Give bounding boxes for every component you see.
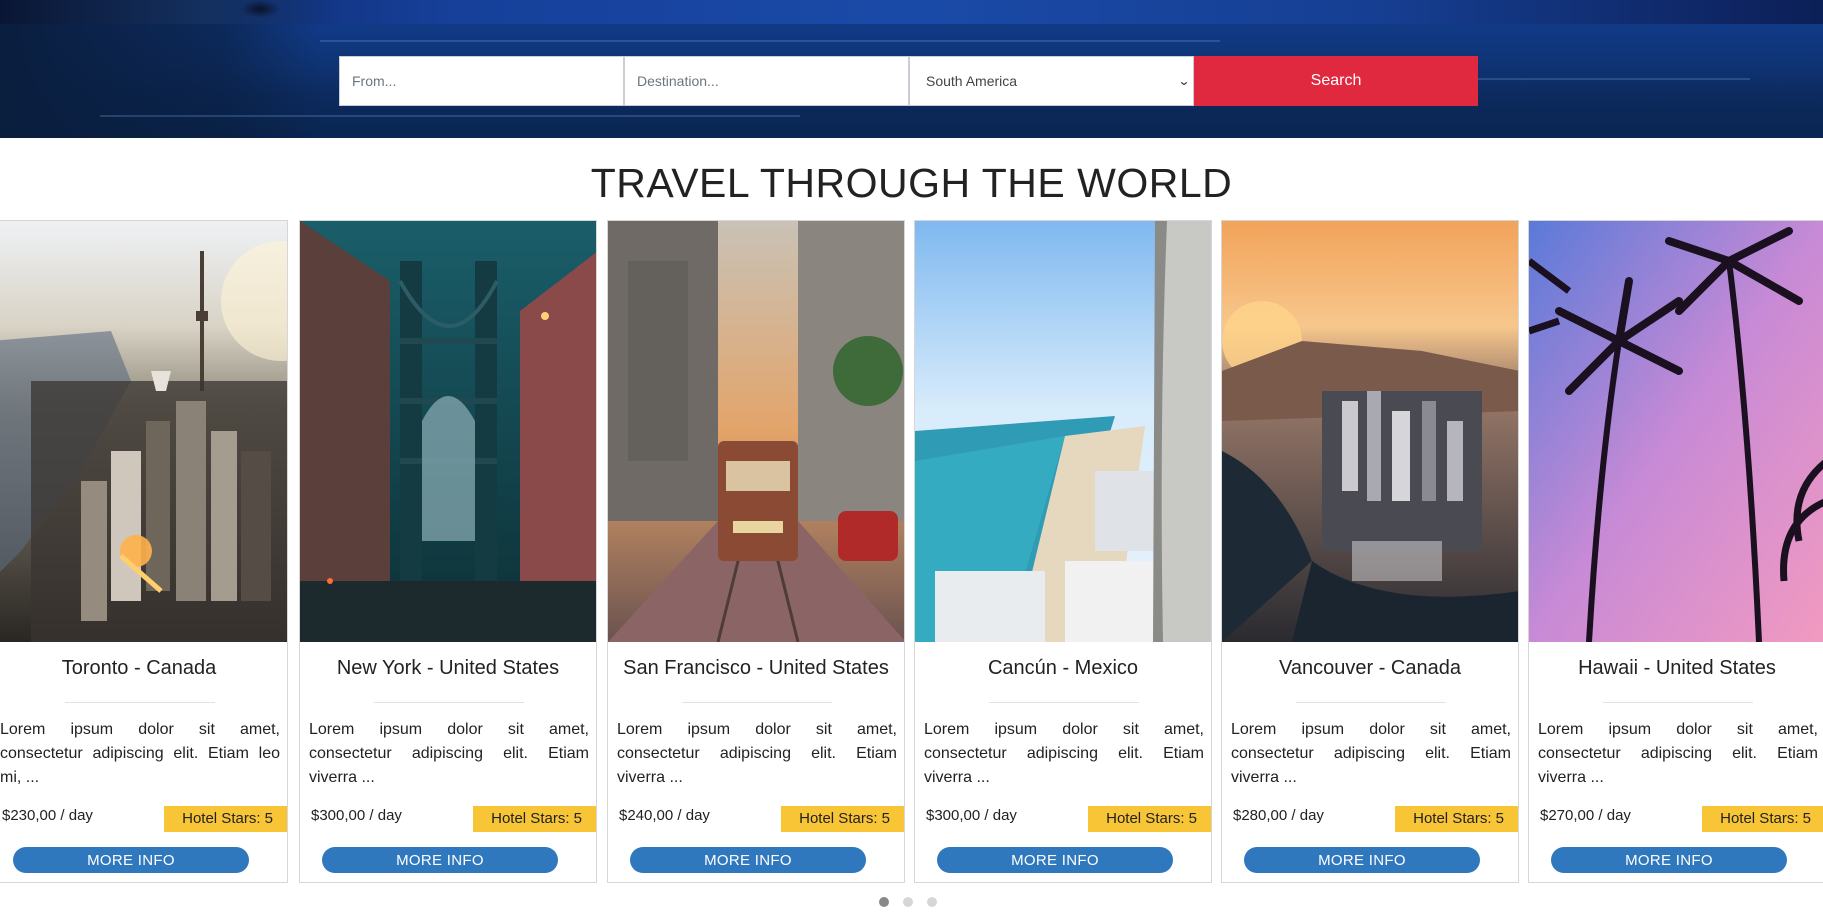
region-select-value: South America xyxy=(926,73,1018,89)
card-price: $280,00 / day xyxy=(1233,807,1324,824)
card-description: Lorem ipsum dolor sit amet, consectetur … xyxy=(924,721,1204,786)
carousel-dot[interactable] xyxy=(927,897,937,907)
destination-card-cancun: Cancún - Mexico Lorem ipsum dolor sit am… xyxy=(914,220,1212,883)
hero-shore-shadow xyxy=(0,24,320,138)
card-title: Cancún - Mexico xyxy=(987,657,1139,679)
region-select[interactable]: South America ⌄ xyxy=(909,56,1194,106)
hotel-stars-badge: Hotel Stars: 5 xyxy=(164,806,287,832)
carousel-dot[interactable] xyxy=(879,897,889,907)
hero-banner: South America ⌄ Search xyxy=(0,0,1823,138)
destination-card-toronto: Toronto - Canada Lorem ipsum dolor sit a… xyxy=(0,220,288,883)
card-price: $230,00 / day xyxy=(2,807,93,824)
card-divider xyxy=(1603,702,1753,703)
destination-input[interactable] xyxy=(624,56,909,106)
card-title: Hawaii - United States xyxy=(1578,657,1776,679)
hero-tree-silhouette xyxy=(240,0,280,18)
hotel-stars-badge: Hotel Stars: 5 xyxy=(781,806,904,832)
card-description: Lorem ipsum dolor sit amet, consectetur … xyxy=(1231,721,1511,786)
hotel-stars-badge: Hotel Stars: 5 xyxy=(1702,806,1823,832)
carousel-pagination xyxy=(879,897,937,907)
card-title: Toronto - Canada xyxy=(61,657,217,679)
more-info-button[interactable]: MORE INFO xyxy=(1244,847,1480,873)
card-title: Vancouver - Canada xyxy=(1279,657,1461,679)
hawaii-photo xyxy=(1529,221,1823,642)
section-heading: TRAVEL THROUGH THE WORLD xyxy=(590,160,1233,206)
destination-card-hawaii: Hawaii - United States Lorem ipsum dolor… xyxy=(1528,220,1823,883)
from-input[interactable] xyxy=(339,56,624,106)
more-info-button[interactable]: MORE INFO xyxy=(630,847,866,873)
card-divider xyxy=(374,702,524,703)
card-divider xyxy=(682,702,832,703)
san-francisco-photo xyxy=(608,221,904,642)
hotel-stars-badge: Hotel Stars: 5 xyxy=(1088,806,1211,832)
hotel-stars-badge: Hotel Stars: 5 xyxy=(1395,806,1518,832)
chevron-down-icon: ⌄ xyxy=(1177,74,1191,88)
card-title: New York - United States xyxy=(336,657,560,679)
destination-card-new-york: New York - United States Lorem ipsum dol… xyxy=(299,220,597,883)
destination-carousel: Toronto - Canada Lorem ipsum dolor sit a… xyxy=(0,220,1823,883)
more-info-button[interactable]: MORE INFO xyxy=(322,847,558,873)
card-divider xyxy=(989,702,1139,703)
card-price: $300,00 / day xyxy=(926,807,1017,824)
search-button[interactable]: Search xyxy=(1194,56,1478,106)
toronto-photo xyxy=(0,221,287,642)
card-description: Lorem ipsum dolor sit amet, consectetur … xyxy=(617,721,897,786)
hotel-stars-badge: Hotel Stars: 5 xyxy=(473,806,596,832)
more-info-button[interactable]: MORE INFO xyxy=(13,847,249,873)
hero-ripple xyxy=(100,115,800,117)
destination-card-vancouver: Vancouver - Canada Lorem ipsum dolor sit… xyxy=(1221,220,1519,883)
card-description: Lorem ipsum dolor sit amet, consectetur … xyxy=(1538,721,1818,786)
card-price: $300,00 / day xyxy=(311,807,402,824)
card-title: San Francisco - United States xyxy=(623,657,889,679)
carousel-dot[interactable] xyxy=(903,897,913,907)
search-bar: South America ⌄ Search xyxy=(339,56,1478,106)
hero-ripple xyxy=(320,40,1220,42)
card-divider xyxy=(1296,702,1446,703)
destination-card-san-francisco: San Francisco - United States Lorem ipsu… xyxy=(607,220,905,883)
card-price: $240,00 / day xyxy=(619,807,710,824)
card-description: Lorem ipsum dolor sit amet, consectetur … xyxy=(309,721,589,786)
card-divider xyxy=(65,702,215,703)
card-price: $270,00 / day xyxy=(1540,807,1631,824)
hero-coastline xyxy=(0,0,340,24)
more-info-button[interactable]: MORE INFO xyxy=(1551,847,1787,873)
vancouver-photo xyxy=(1222,221,1518,642)
more-info-button[interactable]: MORE INFO xyxy=(937,847,1173,873)
new-york-photo xyxy=(300,221,596,642)
cancun-photo xyxy=(915,221,1211,642)
card-description: Lorem ipsum dolor sit amet, consectetur … xyxy=(0,721,280,786)
